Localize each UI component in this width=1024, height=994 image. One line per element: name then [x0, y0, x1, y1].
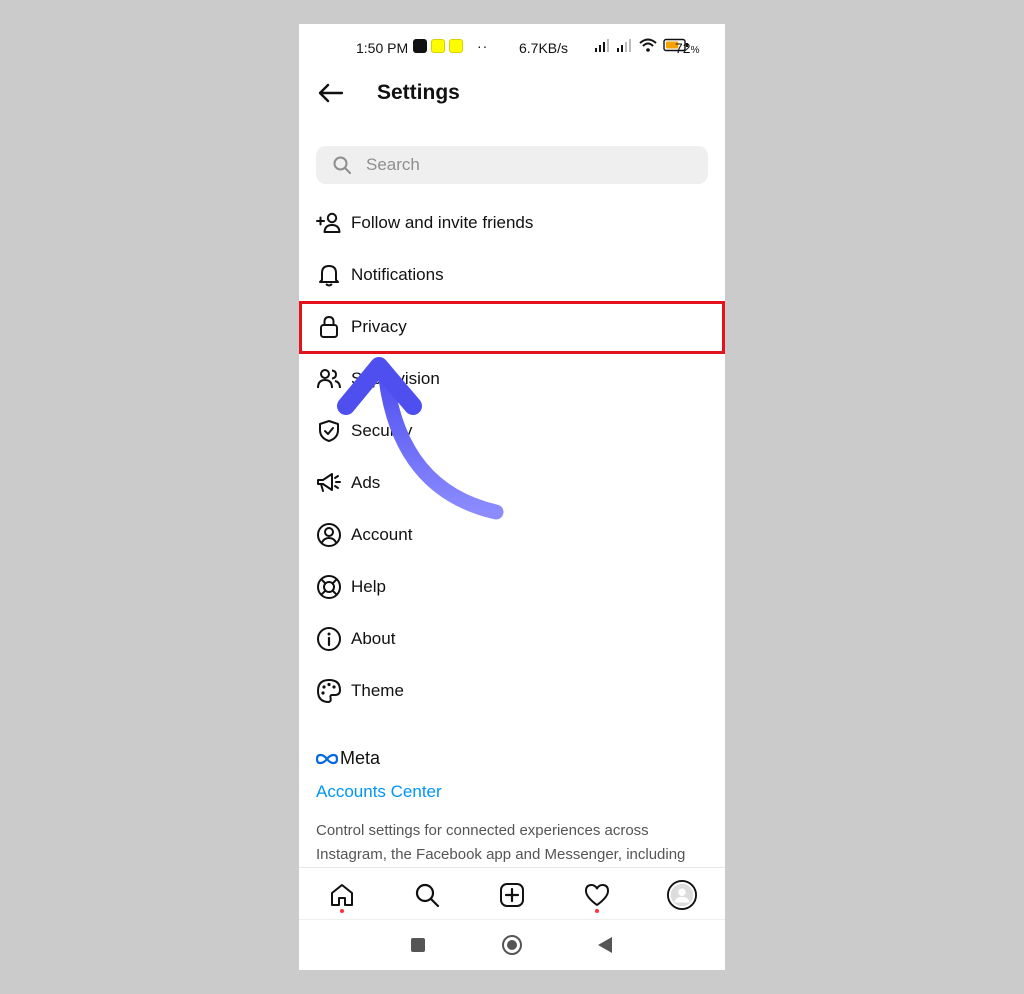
menu-item-notifications[interactable]: Notifications: [299, 249, 725, 301]
nav-profile-button[interactable]: [667, 880, 697, 910]
battery-percent: 72%: [675, 40, 699, 56]
menu-item-label: Privacy: [351, 317, 407, 336]
menu-item-label: About: [351, 629, 396, 648]
add-person-icon: [316, 210, 342, 236]
meta-logo: Meta: [316, 748, 380, 769]
settings-menu: Follow and invite friends Notifications …: [299, 197, 725, 717]
header: Settings: [299, 70, 725, 130]
menu-item-label: Notifications: [351, 265, 444, 284]
nav-new-post-button[interactable]: [497, 880, 527, 910]
back-system-button[interactable]: [592, 932, 618, 958]
heart-icon: [585, 884, 609, 906]
new-post-icon: [500, 883, 524, 907]
battery-percent-suffix: %: [690, 45, 700, 56]
meta-infinity-icon: [316, 753, 338, 764]
battery-percent-value: 72: [675, 40, 691, 56]
snapchat-icon: [449, 39, 463, 53]
signal-icon: [595, 39, 609, 52]
menu-item-follow-and-invite-friends[interactable]: Follow and invite friends: [299, 197, 725, 249]
lifebuoy-icon: [316, 574, 342, 600]
menu-item-label: Security: [351, 421, 413, 440]
nav-activity-button[interactable]: [582, 880, 612, 910]
megaphone-icon: [316, 470, 342, 496]
search-input[interactable]: [366, 155, 686, 175]
menu-item-help[interactable]: Help: [299, 561, 725, 613]
nav-search-button[interactable]: [412, 880, 442, 910]
search-icon: [415, 883, 440, 908]
page-title: Settings: [377, 81, 460, 104]
accounts-center-link[interactable]: Accounts Center: [316, 782, 442, 802]
menu-item-security[interactable]: Security: [299, 405, 725, 457]
network-speed: 6.7KB/s: [519, 40, 569, 56]
snapchat-icon: [431, 39, 445, 53]
status-time: 1:50 PM: [356, 40, 409, 56]
search-icon: [332, 155, 352, 175]
palette-icon: [316, 678, 342, 704]
status-bar: 1:50 PM ·· 6.7KB/s 72%: [299, 24, 725, 70]
signal-icon: [617, 39, 631, 52]
notification-app-icons: [413, 39, 463, 53]
meta-description: Control settings for connected experienc…: [316, 822, 686, 863]
circle-icon: [502, 935, 522, 955]
meta-logo-text: Meta: [340, 748, 381, 768]
nav-home-button[interactable]: [327, 880, 357, 910]
menu-item-privacy[interactable]: Privacy: [299, 301, 725, 353]
menu-item-label: Supervision: [351, 369, 440, 388]
menu-item-ads[interactable]: Ads: [299, 457, 725, 509]
home-icon: [331, 884, 353, 906]
system-nav-bar: [299, 919, 725, 970]
menu-item-label: Follow and invite friends: [351, 213, 534, 232]
info-icon: [316, 626, 342, 652]
menu-item-label: Ads: [351, 473, 381, 492]
account-circle-icon: [316, 522, 342, 548]
shield-check-icon: [316, 418, 342, 444]
menu-item-account[interactable]: Account: [299, 509, 725, 561]
bottom-nav: [299, 867, 725, 919]
square-icon: [411, 938, 425, 952]
menu-item-label: Account: [351, 525, 413, 544]
home-notification-dot: [340, 909, 344, 913]
phone-screen: 1:50 PM ·· 6.7KB/s 72% Settings Search F…: [299, 24, 725, 970]
menu-item-about[interactable]: About: [299, 613, 725, 665]
people-icon: [316, 366, 342, 392]
lock-icon: [316, 314, 342, 340]
home-system-button[interactable]: [499, 932, 525, 958]
search-bar[interactable]: [316, 146, 708, 184]
wifi-icon: [639, 38, 657, 52]
menu-item-theme[interactable]: Theme: [299, 665, 725, 717]
profile-avatar: [667, 880, 697, 910]
triangle-back-icon: [598, 937, 612, 953]
tiktok-icon: [413, 39, 427, 53]
status-more-dots: ··: [477, 38, 489, 54]
recents-button[interactable]: [405, 932, 431, 958]
menu-item-supervision[interactable]: Supervision: [299, 353, 725, 405]
bell-icon: [316, 262, 342, 288]
activity-notification-dot: [595, 909, 599, 913]
back-button[interactable]: [315, 78, 345, 108]
arrow-left-icon: [318, 83, 343, 103]
menu-item-label: Help: [351, 577, 386, 596]
menu-item-label: Theme: [351, 681, 404, 700]
